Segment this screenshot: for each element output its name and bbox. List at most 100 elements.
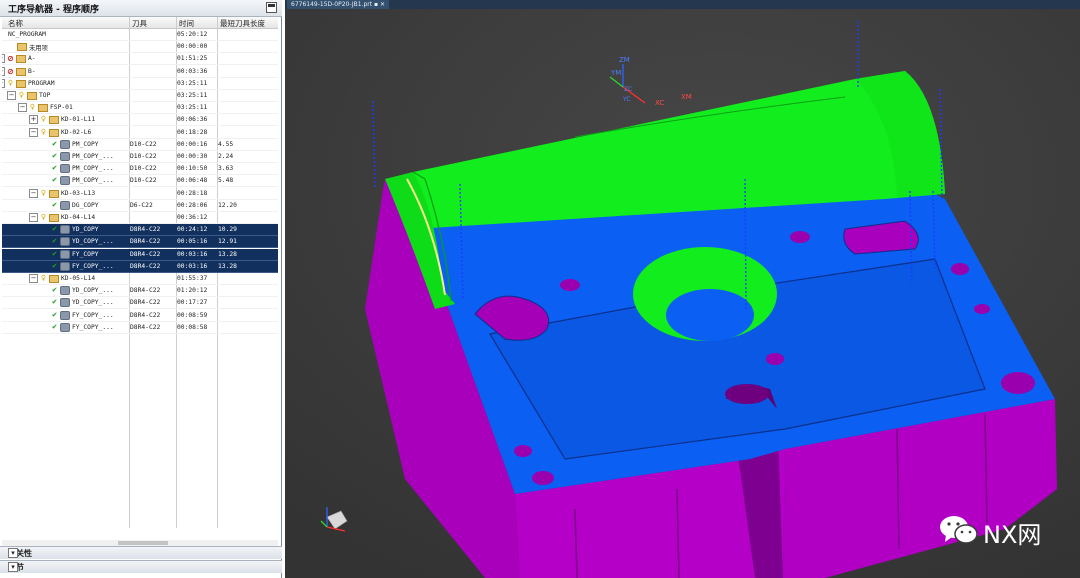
chevron-down-icon[interactable]: ▾ xyxy=(8,562,18,572)
tree-row[interactable]: ✔ PM_COPY_... D10-C22 00:06:48 5.48 xyxy=(2,175,278,188)
tree-row[interactable]: − ♀ TOP 03:25:11 xyxy=(2,90,278,102)
collapse-icon[interactable]: − xyxy=(2,78,5,88)
row-name: B- xyxy=(28,67,36,75)
key-icon: ♀ xyxy=(40,213,47,221)
row-tool: D8R4-C22 xyxy=(130,311,161,319)
operation-icon xyxy=(60,310,70,320)
operation-icon xyxy=(60,176,70,186)
row-name: KD-02-L6 xyxy=(61,128,92,136)
row-name: KD-01-L11 xyxy=(61,116,96,124)
row-time: 00:00:30 xyxy=(177,153,208,160)
row-length: 12.20 xyxy=(218,201,237,209)
axis-label-yc: YC xyxy=(622,96,631,103)
operation-icon xyxy=(60,261,70,271)
wechat-icon xyxy=(940,516,978,544)
folder-icon xyxy=(17,43,27,52)
operation-icon xyxy=(60,237,70,247)
check-icon: ✔ xyxy=(51,261,58,270)
check-icon: ✔ xyxy=(51,152,58,160)
tree-row[interactable]: ✔ YD_COPY_... D8R4-C22 00:17:27 xyxy=(2,297,278,310)
collapse-icon[interactable]: − xyxy=(29,213,38,222)
operation-icon xyxy=(60,164,70,174)
tree-row[interactable]: + ♀ KD-01-L11 00:06:36 xyxy=(2,114,278,127)
tree-row[interactable]: − ♀ FSP-01 03:25:11 xyxy=(2,102,278,115)
operation-icon xyxy=(60,286,70,296)
expand-icon[interactable]: + xyxy=(2,54,5,64)
navigator-title-bar: 工序导航器 - 程序顺序 xyxy=(0,0,282,17)
row-tool: D6-C22 xyxy=(130,201,153,209)
key-icon: ♀ xyxy=(7,78,14,87)
row-time: 00:00:16 xyxy=(177,140,208,148)
3d-model-view[interactable]: ZM YM XM XC ZC YC xyxy=(285,9,1080,578)
collapse-icon[interactable]: − xyxy=(29,274,38,283)
tree-row[interactable]: −♀ PROGRAM 03:25:11 xyxy=(2,78,278,90)
row-length: 12.91 xyxy=(218,238,237,246)
section-dependencies[interactable]: 相关性 ▾ xyxy=(0,546,282,559)
column-header-name[interactable]: 名称 xyxy=(8,18,23,29)
scrollbar-thumb[interactable] xyxy=(118,541,168,545)
tree-row[interactable]: ✔ PM_COPY D10-C22 00:00:16 4.55 xyxy=(2,139,278,151)
folder-icon xyxy=(16,67,26,76)
row-name: NC_PROGRAM xyxy=(8,31,46,38)
banned-icon: ⊘ xyxy=(7,54,14,64)
graphics-viewport[interactable]: 6776149-15D-0P20-JB1.prt ▪ ✕ ZM YM XM XC… xyxy=(285,0,1080,578)
tree-row[interactable]: ✔ YD_COPY_... D8R4-C22 01:20:12 xyxy=(2,285,278,298)
operation-navigator-panel: 工序导航器 - 程序顺序 名称 刀具 时间 最短刀具长度 NC_PROGRAM 0… xyxy=(0,0,282,578)
row-time: 00:28:18 xyxy=(177,189,208,197)
tree-row[interactable]: ✔ FY_COPY_... D8R4-C22 00:08:59 xyxy=(2,310,278,322)
expand-icon[interactable]: + xyxy=(2,66,5,76)
row-time: 01:20:12 xyxy=(177,287,208,295)
column-header-length[interactable]: 最短刀具长度 xyxy=(220,18,265,29)
check-icon: ✔ xyxy=(51,249,58,258)
operation-icon xyxy=(60,152,70,161)
tree-row[interactable]: ✔ YD_COPY D8R4-C22 00:24:12 10.29 xyxy=(2,224,278,237)
row-name: PM_COPY_... xyxy=(72,177,114,185)
key-icon: ♀ xyxy=(40,188,47,197)
bore-center xyxy=(666,289,754,341)
tree-row[interactable]: ✔ FY_COPY D8R4-C22 00:03:16 13.28 xyxy=(2,248,278,261)
row-name: YD_COPY_... xyxy=(72,238,114,246)
axis-label-xm: XM xyxy=(681,93,692,101)
row-tool: D8R4-C22 xyxy=(130,250,161,258)
axis-label-zm: ZM xyxy=(619,56,630,64)
tree-row[interactable]: +⊘ A- 01:51:25 xyxy=(2,53,278,66)
tree-row[interactable]: 未用项 00:00:00 xyxy=(2,41,278,54)
tree-row[interactable]: ✔ PM_COPY_... D10-C22 00:00:30 2.24 xyxy=(2,151,278,163)
tree-row[interactable]: − ♀ KD-03-L13 00:28:18 xyxy=(2,188,278,200)
expand-icon[interactable]: + xyxy=(29,115,38,125)
row-time: 00:17:27 xyxy=(177,299,208,307)
minimize-icon[interactable] xyxy=(266,2,277,13)
column-header-time[interactable]: 时间 xyxy=(179,18,194,29)
part-file-tab[interactable]: 6776149-15D-0P20-JB1.prt ▪ ✕ xyxy=(287,0,390,9)
tree-row[interactable]: ✔ YD_COPY_... D8R4-C22 00:05:16 12.91 xyxy=(2,236,278,249)
tree-row[interactable]: +⊘ B- 00:03:36 xyxy=(2,66,278,78)
row-name: DG_COPY xyxy=(72,201,99,209)
row-tool: D8R4-C22 xyxy=(130,299,161,307)
collapse-icon[interactable]: − xyxy=(7,91,16,100)
row-time: 00:36:12 xyxy=(177,214,208,221)
tree-row[interactable]: ✔ DG_COPY D6-C22 00:28:06 12.20 xyxy=(2,200,278,212)
collapse-icon[interactable]: − xyxy=(29,127,38,137)
collapse-icon[interactable]: − xyxy=(18,103,27,113)
section-details[interactable]: 细节 ▾ xyxy=(0,560,282,573)
tree-row[interactable]: NC_PROGRAM 05:20:12 xyxy=(2,29,278,41)
tree-row[interactable]: − ♀ KD-02-L6 00:18:28 xyxy=(2,127,278,139)
row-time: 00:03:16 xyxy=(177,262,208,270)
tree-row[interactable]: ✔ PM_COPY_... D10-C22 00:10:50 3.63 xyxy=(2,163,278,176)
column-header-tool[interactable]: 刀具 xyxy=(132,18,147,29)
row-tool: D10-C22 xyxy=(130,177,157,185)
tree-row[interactable]: − ♀ KD-04-L14 00:36:12 xyxy=(2,212,278,224)
row-time: 00:00:00 xyxy=(177,43,208,51)
row-time: 00:24:12 xyxy=(177,226,208,234)
row-name: A- xyxy=(28,55,36,63)
tree-row[interactable]: − ♀ KD-05-L14 01:55:37 xyxy=(2,273,278,285)
collapse-icon[interactable]: − xyxy=(29,188,38,198)
tree-row[interactable]: ✔ FY_COPY_... D8R4-C22 00:03:16 13.28 xyxy=(2,260,278,273)
row-name: YD_COPY_... xyxy=(72,287,114,295)
tree-row[interactable]: ✔ FY_COPY_... D8R4-C22 00:08:58 xyxy=(2,322,278,334)
row-time: 00:06:48 xyxy=(177,177,208,185)
watermark: NX网 xyxy=(935,513,1055,549)
chevron-down-icon[interactable]: ▾ xyxy=(8,548,18,558)
row-name: FY_COPY xyxy=(72,250,99,258)
row-time: 05:20:12 xyxy=(177,31,208,38)
